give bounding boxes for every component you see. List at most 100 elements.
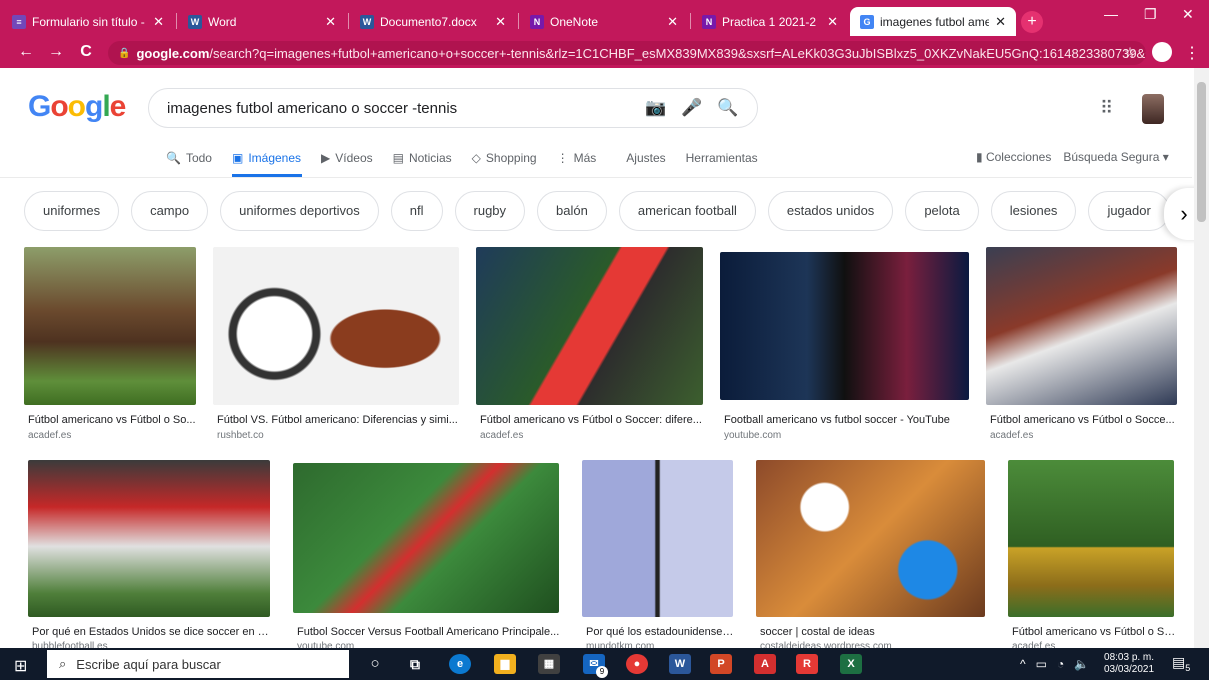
chip[interactable]: jugador [1088,191,1170,231]
tab-images[interactable]: ▣ Imágenes [232,148,301,168]
tab-more[interactable]: ⋮ Más [557,148,597,168]
close-icon[interactable]: ✕ [325,14,336,30]
result-thumbnail[interactable] [1008,460,1174,617]
cortana-icon[interactable]: ○ [364,654,386,674]
result-caption[interactable]: Fútbol americano vs Fútbol o So... [28,414,200,426]
acrobat-reader-icon[interactable]: R [796,654,818,674]
tab-word[interactable]: W Word ✕ [178,7,346,36]
chip[interactable]: pelota [905,191,979,231]
notifications-icon[interactable]: ▤5 [1172,654,1190,673]
battery-icon[interactable]: ▭ [1036,657,1047,671]
tab-google-images[interactable]: G imagenes futbol americ ✕ [850,7,1016,36]
close-icon[interactable]: ✕ [995,14,1006,30]
excel-icon[interactable]: X [840,654,862,674]
result-thumbnail[interactable] [28,460,270,617]
acrobat-icon[interactable]: A [754,654,776,674]
chip[interactable]: balón [537,191,607,231]
taskbar-clock[interactable]: 08:03 p. m. 03/03/2021 [1104,652,1154,676]
result-caption[interactable]: Fútbol americano vs Fútbol o So... [1012,626,1178,638]
logo-letter: g [85,90,103,123]
chip[interactable]: nfl [390,191,443,231]
tab-news[interactable]: ▤ Noticias [393,148,452,168]
result-caption[interactable]: Por qué los estadounidenses... [586,626,737,638]
result-caption[interactable]: soccer | costal de ideas [760,626,989,638]
task-view-icon[interactable]: ⧉ [404,654,426,674]
chip[interactable]: uniformes deportivos [220,191,379,231]
result-thumbnail[interactable] [24,247,196,405]
tab-forms[interactable]: ≡ Formulario sin título - F ✕ [2,7,174,36]
chip[interactable]: american football [618,191,756,231]
result-caption[interactable]: Fútbol americano vs Fútbol o Socce... [990,414,1181,426]
chevron-up-icon[interactable]: ^ [1020,657,1026,671]
chrome-menu-icon[interactable]: ⋮ [1180,43,1204,63]
edge-icon[interactable]: e [449,654,471,674]
new-tab-button[interactable]: + [1021,11,1043,33]
result-caption[interactable]: Futbol Soccer Versus Football Americano … [297,626,563,638]
tab-title: imagenes futbol americ [880,14,990,29]
file-explorer-icon[interactable]: ▆ [494,654,516,674]
word-icon[interactable]: W [669,654,691,674]
tab-all[interactable]: 🔍 Todo [166,148,212,168]
tab-onenote[interactable]: N OneNote ✕ [520,7,688,36]
back-button[interactable]: ← [14,43,38,61]
chip[interactable]: rugby [454,191,526,231]
address-toolbar: ← → C 🔒 google.com /search?q=imagenes+fu… [0,36,1209,68]
close-icon[interactable]: ✕ [827,14,838,30]
tab-documento7[interactable]: W Documento7.docx ✕ [350,7,516,36]
profile-avatar[interactable] [1152,42,1172,62]
image-icon: ▣ [231,151,244,165]
result-thumbnail[interactable] [756,460,985,617]
search-icon[interactable]: 🔍 [717,98,739,118]
page-scrollbar[interactable] [1194,68,1209,648]
close-icon[interactable]: ✕ [153,14,164,30]
result-thumbnail[interactable] [720,252,969,400]
tab-videos[interactable]: ▶ Vídeos [321,148,373,168]
microphone-icon[interactable]: 🎤 [681,98,703,118]
search-input[interactable]: imagenes futbol americano o soccer -tenn… [148,88,758,128]
close-icon[interactable]: ✕ [495,14,506,30]
taskbar-search-input[interactable]: ⌕ Escribe aquí para buscar [47,650,349,678]
chip[interactable]: uniformes [24,191,120,231]
restore-button[interactable]: ❐ [1144,6,1157,23]
chip[interactable]: lesiones [990,191,1077,231]
close-icon[interactable]: ✕ [667,14,678,30]
result-thumbnail[interactable] [293,463,559,613]
google-logo[interactable]: Google [28,90,126,124]
avatar[interactable] [1142,94,1164,124]
tab-practica[interactable]: N Practica 1 2021-2 ✕ [692,7,848,36]
chrome-icon[interactable]: ● [626,654,648,674]
safe-search-dropdown[interactable]: Búsqueda Segura ▾ [1063,150,1168,164]
result-caption[interactable]: Football americano vs futbol soccer - Yo… [724,414,973,426]
network-icon[interactable]: ◔ [1057,657,1064,671]
tab-shopping[interactable]: ◇ Shopping [472,148,537,168]
result-thumbnail[interactable] [986,247,1177,405]
bookmark-star-icon[interactable]: ☆ [1118,44,1142,61]
store-icon[interactable]: ▦ [538,654,560,674]
windows-start-icon[interactable]: ⊞ [14,656,27,676]
tab-label: Shopping [485,151,537,165]
collections-link[interactable]: ▮ Colecciones [976,150,1051,164]
url-field[interactable]: 🔒 google.com /search?q=imagenes+futbol+a… [108,41,1146,65]
taskbar-search-placeholder: Escribe aquí para buscar [76,656,221,672]
result-thumbnail[interactable] [213,247,459,405]
result-thumbnail[interactable] [476,247,703,405]
minimize-button[interactable]: — [1104,6,1118,22]
volume-icon[interactable]: 🔈 [1074,657,1089,671]
chip[interactable]: campo [131,191,209,231]
scrollbar-thumb[interactable] [1197,82,1206,222]
result-thumbnail[interactable] [582,460,733,617]
search-query[interactable]: imagenes futbol americano o soccer -tenn… [167,100,631,117]
result-caption[interactable]: Por qué en Estados Unidos se dice soccer… [32,626,274,638]
result-caption[interactable]: Fútbol VS. Fútbol americano: Diferencias… [217,414,463,426]
tab-tools[interactable]: Herramientas [686,148,758,168]
forward-button[interactable]: → [44,43,68,61]
camera-icon[interactable]: 📷 [645,98,667,118]
result-caption[interactable]: Fútbol americano vs Fútbol o Soccer: dif… [480,414,707,426]
tab-settings[interactable]: Ajustes [626,148,665,168]
chip[interactable]: estados unidos [767,191,894,231]
apps-grid-icon[interactable]: ⠿ [1100,98,1113,119]
window-close-button[interactable]: ✕ [1182,6,1194,23]
logo-letter: l [102,90,110,123]
powerpoint-icon[interactable]: P [710,654,732,674]
reload-button[interactable]: C [74,43,98,61]
